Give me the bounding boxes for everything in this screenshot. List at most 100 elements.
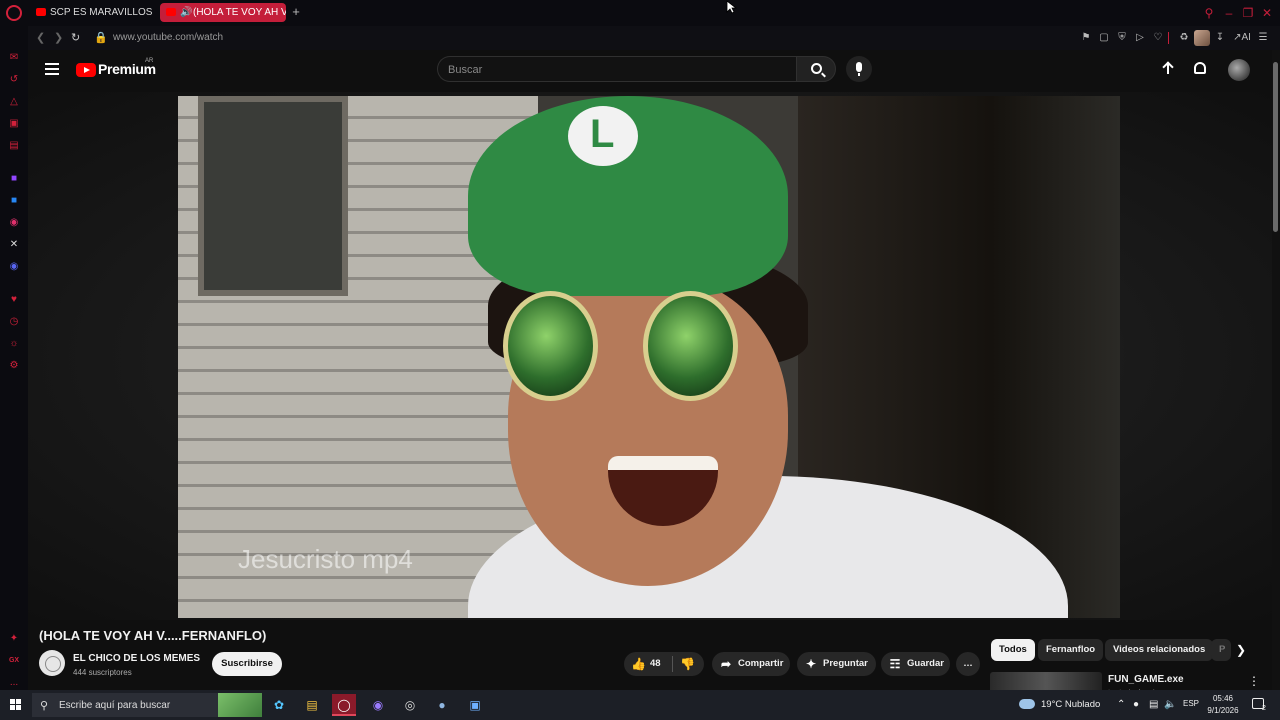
lock-icon: 🔒 — [94, 32, 108, 44]
chip-todos[interactable]: Todos — [991, 639, 1035, 661]
channel-avatar[interactable] — [39, 650, 65, 676]
photos-icon[interactable]: ▣ — [463, 694, 487, 716]
chip-fernanfloo[interactable]: Fernanfloo — [1038, 639, 1104, 661]
twitch-icon[interactable]: ■ — [8, 173, 20, 185]
hamburger-menu-icon[interactable] — [45, 63, 59, 75]
voice-search-button[interactable] — [846, 56, 872, 82]
easy-setup-icon[interactable]: ☰ — [1257, 32, 1269, 44]
clock-date[interactable]: 9/1/2026 — [1203, 706, 1243, 715]
chips-next-arrow-icon[interactable]: ❯ — [1236, 643, 1250, 657]
reload-icon[interactable]: ↻ — [71, 31, 80, 44]
search-button[interactable] — [796, 56, 836, 82]
recommended-thumbnail[interactable] — [990, 672, 1102, 690]
network-icon[interactable]: ▤ — [1149, 699, 1158, 710]
search-box[interactable] — [437, 56, 797, 82]
chip-partial[interactable]: P — [1211, 639, 1231, 661]
scrollbar-thumb[interactable] — [1273, 62, 1278, 232]
shield-icon[interactable]: ⛨ — [1116, 32, 1128, 44]
clock-icon[interactable]: ◷ — [8, 316, 20, 328]
like-button[interactable]: 👍 — [631, 657, 646, 671]
page-scrollbar[interactable] — [1272, 50, 1280, 690]
file-explorer-icon[interactable]: ▤ — [300, 694, 324, 716]
settings-icon[interactable]: ⚙ — [8, 360, 20, 372]
share-button[interactable]: ➦ Compartir — [712, 652, 790, 676]
instagram-icon[interactable]: ◉ — [8, 217, 20, 229]
back-icon[interactable]: ❮ — [36, 31, 45, 44]
account-avatar[interactable] — [1228, 59, 1250, 81]
chat-icon[interactable]: ▣ — [8, 118, 20, 130]
snapshot-icon[interactable]: ▢ — [1098, 32, 1110, 44]
messenger-icon[interactable]: ✉ — [8, 52, 20, 64]
tab-active-video[interactable]: 🔊 (HOLA TE VOY AH V... — [160, 3, 286, 22]
language-indicator[interactable]: ESP — [1183, 699, 1199, 708]
url-field[interactable]: www.youtube.com/watch — [113, 32, 223, 43]
subscribe-button[interactable]: Suscribirse — [212, 652, 282, 676]
region-code: AR — [145, 58, 154, 64]
search-input[interactable] — [448, 62, 778, 77]
discord-icon[interactable]: ◉ — [8, 261, 20, 273]
gx-label[interactable]: GX — [8, 655, 20, 667]
minimize-icon[interactable]: – — [1220, 4, 1238, 22]
notifications-bell-icon[interactable] — [1194, 62, 1206, 74]
windows-start-icon[interactable] — [10, 699, 22, 711]
tab-scp[interactable]: SCP ES MARAVILLOSO - Y — [30, 3, 152, 22]
recommended-title[interactable]: FUN_GAME.exe — [1108, 674, 1184, 685]
player-icon[interactable]: ▷ — [1134, 32, 1146, 44]
forward-icon[interactable]: ❯ — [54, 31, 63, 44]
ask-button[interactable]: ✦ Preguntar — [797, 652, 876, 676]
search-icon — [811, 63, 822, 74]
feed-icon[interactable]: ☼ — [8, 338, 20, 350]
extensions-icon[interactable]: ♻ — [1178, 32, 1190, 44]
youtube-logo-icon[interactable] — [76, 63, 96, 77]
cap-l-emblem — [568, 106, 638, 166]
weather-text[interactable]: 19°C Nublado — [1041, 699, 1100, 710]
bookmark-icon[interactable]: ⚑ — [1080, 32, 1092, 44]
divider — [1168, 32, 1169, 44]
x-icon[interactable]: ✕ — [8, 239, 20, 251]
download-icon[interactable]: ↧ — [1214, 32, 1226, 44]
taskbar-search[interactable]: ⚲ Escribe aquí para buscar — [32, 693, 262, 717]
create-upload-icon[interactable] — [1162, 62, 1174, 76]
new-tab-button[interactable]: + — [289, 3, 303, 22]
tray-chevron-icon[interactable]: ⌃ — [1117, 699, 1125, 710]
app-taskbar-icon[interactable]: ◎ — [398, 694, 422, 716]
close-icon[interactable]: ✕ — [1258, 4, 1276, 22]
volume-icon[interactable]: 🔈 — [1164, 699, 1176, 710]
notification-count: 2 — [1262, 705, 1266, 712]
windows-taskbar: ⚲ Escribe aquí para buscar ✿ ▤ ◯ ◉ ◎ ● ▣… — [0, 690, 1280, 720]
bag-icon[interactable]: △ — [8, 96, 20, 108]
more-actions-button[interactable]: … — [956, 652, 980, 676]
heart-icon[interactable]: ♥ — [8, 294, 20, 306]
video-player[interactable]: Jesucristo mp4 — [178, 96, 1120, 618]
heart-outline-icon[interactable]: ♡ — [1152, 32, 1164, 44]
video-window — [198, 96, 348, 296]
pin-icon[interactable]: ✦ — [8, 633, 20, 645]
like-count: 48 — [650, 658, 661, 669]
sidebar-more-icon[interactable]: ... — [8, 677, 20, 689]
like-dislike-group: 👍 48 👎 — [624, 652, 704, 676]
dislike-button[interactable]: 👎 — [680, 657, 695, 671]
restore-icon[interactable]: ❐ — [1239, 4, 1257, 22]
profile-avatar[interactable] — [1194, 30, 1210, 46]
opera-logo-icon[interactable] — [6, 5, 22, 21]
video-watermark: Jesucristo mp4 — [238, 544, 413, 574]
discord-taskbar-icon[interactable]: ◉ — [366, 694, 390, 716]
recommended-more-icon[interactable]: ⋮ — [1248, 674, 1260, 688]
save-label: Guardar — [907, 658, 944, 669]
cloud-weather-icon[interactable] — [1019, 699, 1035, 709]
opera-gx-taskbar-icon[interactable]: ◯ — [332, 694, 356, 716]
history-icon[interactable]: ↺ — [8, 74, 20, 86]
aria-ai-button[interactable]: ↗AI — [1231, 32, 1253, 44]
search-tabs-icon[interactable]: ⚲ — [1200, 4, 1218, 22]
copilot-icon[interactable]: ✿ — [267, 694, 291, 716]
clock-time[interactable]: 05:46 — [1205, 694, 1241, 703]
save-button[interactable]: ☶ Guardar — [881, 652, 950, 676]
bookmark-save-icon: ☶ — [889, 657, 901, 671]
speaker-icon[interactable]: 🔊 — [180, 3, 192, 22]
music-icon[interactable]: ▤ — [8, 140, 20, 152]
microphone-tray-icon[interactable]: ● — [1133, 699, 1139, 710]
channel-name[interactable]: EL CHICO DE LOS MEMES — [73, 653, 200, 664]
vk-icon[interactable]: ■ — [8, 195, 20, 207]
chip-videos-relacionados[interactable]: Videos relacionados — [1105, 639, 1214, 661]
steam-icon[interactable]: ● — [430, 694, 454, 716]
